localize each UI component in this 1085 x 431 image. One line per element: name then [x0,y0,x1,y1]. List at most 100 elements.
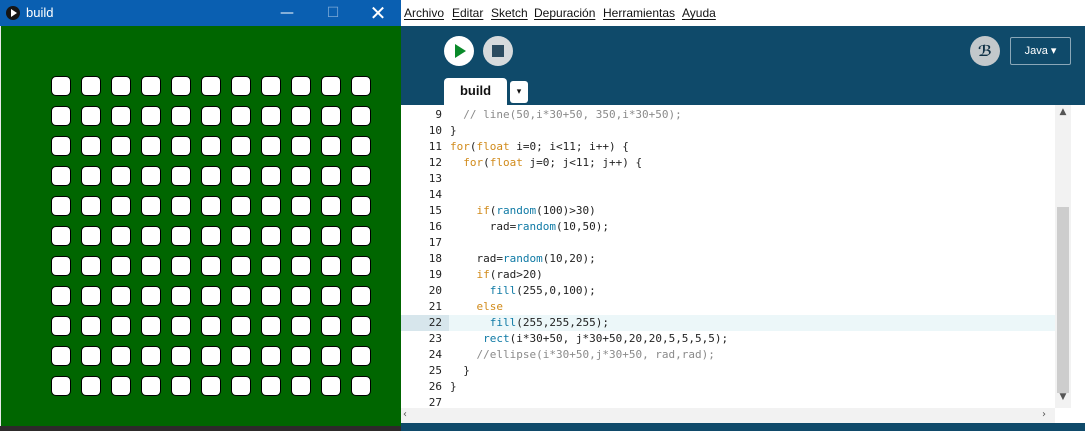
rounded-square [51,166,71,186]
code-line[interactable]: 9 // line(50,i*30+50, 350,i*30+50); [401,107,1055,123]
scroll-right-icon[interactable]: › [1042,409,1046,420]
horizontal-scrollbar[interactable]: ‹ › [401,408,1055,423]
menu-item-sketch[interactable]: Sketch [491,6,528,20]
line-number: 22 [401,315,449,331]
code-line[interactable]: 20 fill(255,0,100); [401,283,1055,299]
line-number: 18 [428,252,442,265]
code-line[interactable]: 22 fill(255,255,255); [401,315,1055,331]
rounded-square [231,286,251,306]
rounded-square [81,196,101,216]
rounded-square [351,106,371,126]
rounded-square [171,376,191,396]
code-line[interactable]: 21 else [401,299,1055,315]
line-number: 17 [428,236,442,249]
code-text: rad=random(10,50); [450,220,609,233]
tab-build[interactable]: build [444,78,507,105]
rounded-square [141,316,161,336]
rounded-square [291,226,311,246]
code-line[interactable]: 11 for(float i=0; i<11; i++) { [401,139,1055,155]
rounded-square [321,196,341,216]
tab-menu-button[interactable]: ▾ [510,81,528,103]
mode-selector[interactable]: Java ▾ [1010,37,1071,65]
code-line[interactable]: 23 rect(i*30+50, j*30+50,20,20,5,5,5,5); [401,331,1055,347]
menu-item-herramientas[interactable]: Herramientas [603,6,675,20]
code-text: //ellipse(i*30+50,j*30+50, rad,rad); [476,348,715,361]
rounded-square [291,76,311,96]
sketch-window: build — ☐ ✕ [0,0,401,431]
taskbar-strip [0,426,401,431]
rounded-square [111,286,131,306]
code-line[interactable]: 15 if(random(100)>30) [401,203,1055,219]
minimize-button[interactable]: — [264,0,310,26]
rounded-square [231,76,251,96]
rounded-square [171,106,191,126]
line-number: 26 [428,380,442,393]
line-number: 24 [428,348,442,361]
scrollbar-thumb[interactable] [1057,207,1069,393]
code-line[interactable]: 18 rad=random(10,20); [401,251,1055,267]
menu-item-depuración[interactable]: Depuración [534,6,595,20]
rounded-square [261,316,281,336]
code-editor[interactable]: 9 // line(50,i*30+50, 350,i*30+50); 10} 11… [401,105,1055,408]
rounded-square [291,286,311,306]
rounded-square [321,106,341,126]
code-line[interactable]: 26} [401,379,1055,395]
code-line[interactable]: 17 [401,235,1055,251]
run-button[interactable] [444,36,474,66]
rounded-square [141,76,161,96]
rounded-square [201,196,221,216]
rounded-square [81,256,101,276]
maximize-button[interactable]: ☐ [310,0,356,26]
close-button[interactable]: ✕ [355,0,401,26]
rounded-square [321,286,341,306]
rounded-square [351,286,371,306]
rounded-square [201,256,221,276]
code-line[interactable]: 10} [401,123,1055,139]
sketch-titlebar[interactable]: build — ☐ ✕ [0,0,401,26]
processing-ide: Archivo Editar Sketch Depuración Herramienta… [401,0,1085,431]
rounded-square [81,286,101,306]
rounded-square [171,316,191,336]
rounded-square [321,376,341,396]
rounded-square [141,106,161,126]
code-line[interactable]: 12 for(float j=0; j<11; j++) { [401,155,1055,171]
code-line[interactable]: 25 } [401,363,1055,379]
rounded-square [171,226,191,246]
rounded-square [51,316,71,336]
debugger-icon: ℬ [978,42,992,60]
menu-item-ayuda[interactable]: Ayuda [682,6,716,20]
menu-item-editar[interactable]: Editar [452,6,483,20]
vertical-scrollbar[interactable]: ▲ ▼ [1055,105,1071,408]
rounded-square [351,226,371,246]
code-line[interactable]: 24 //ellipse(i*30+50,j*30+50, rad,rad); [401,347,1055,363]
rounded-square [81,316,101,336]
stop-button[interactable] [483,36,513,66]
code-line[interactable]: 13 [401,171,1055,187]
scroll-down-icon[interactable]: ▼ [1055,392,1071,406]
sketch-canvas[interactable] [1,26,401,426]
rounded-square [201,346,221,366]
rounded-square [111,196,131,216]
code-text: else [476,300,504,313]
code-line[interactable]: 27 [401,395,1055,408]
rounded-square [231,196,251,216]
code-text: for(float i=0; i<11; i++) { [450,140,629,153]
code-line[interactable]: 16 rad=random(10,50); [401,219,1055,235]
code-line[interactable]: 14 [401,187,1055,203]
code-text: for(float j=0; j<11; j++) { [463,156,643,169]
code-line[interactable]: 19 if(rad>20) [401,267,1055,283]
rounded-square [51,136,71,156]
rounded-square [351,346,371,366]
rounded-square [351,316,371,336]
rounded-square [321,256,341,276]
rounded-square [351,136,371,156]
rounded-square [201,166,221,186]
debugger-button[interactable]: ℬ [970,36,1000,66]
code-text: rect(i*30+50, j*30+50,20,20,5,5,5,5); [483,332,729,345]
scroll-up-icon[interactable]: ▲ [1055,107,1071,121]
menu-item-archivo[interactable]: Archivo [404,6,444,20]
rounded-square [261,136,281,156]
scroll-left-icon[interactable]: ‹ [403,409,407,420]
rounded-square [111,166,131,186]
rounded-square [291,346,311,366]
